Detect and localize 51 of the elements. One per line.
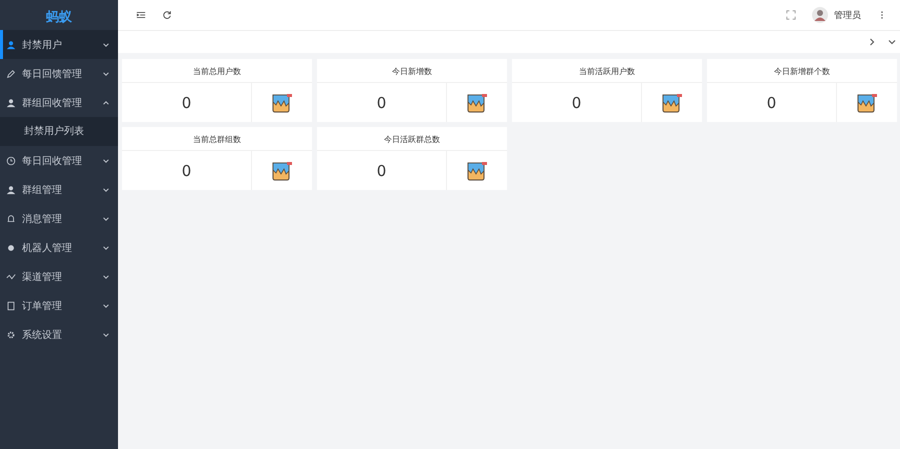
refresh-icon[interactable] — [162, 10, 172, 20]
chevron-icon — [102, 272, 110, 280]
card-title: 当前总群组数 — [122, 127, 312, 151]
stat-value: 0 — [766, 94, 778, 112]
menu-item[interactable]: 每日回收管理 — [0, 146, 118, 175]
card-title: 当前活跃用户数 — [512, 59, 702, 83]
menu-item[interactable]: 渠道管理 — [0, 262, 118, 291]
bell-icon — [6, 214, 16, 224]
user-name[interactable]: 管理员 — [834, 8, 861, 22]
menu-item[interactable]: 每日回馈管理 — [0, 59, 118, 88]
submenu-item[interactable]: 封禁用户列表 — [0, 117, 118, 146]
bucket-icon — [856, 92, 878, 112]
stat-value: 0 — [570, 94, 582, 112]
chevron-right-icon[interactable] — [867, 37, 877, 47]
menu-item[interactable]: 封禁用户 — [0, 30, 118, 59]
menu-item[interactable]: 消息管理 — [0, 204, 118, 233]
fullscreen-icon[interactable] — [786, 10, 796, 20]
chevron-icon — [102, 98, 110, 106]
menu-icon[interactable] — [136, 10, 146, 20]
chevron-icon — [102, 40, 110, 48]
stat-value: 0 — [180, 94, 192, 112]
menu-item[interactable]: 系统设置 — [0, 320, 118, 349]
stat-value: 0 — [376, 162, 388, 180]
avatar[interactable] — [812, 7, 828, 23]
chevron-icon — [102, 244, 110, 252]
chevron-icon — [102, 156, 110, 164]
chevron-down-icon[interactable] — [887, 37, 897, 47]
chevron-icon — [102, 214, 110, 222]
menu-item[interactable]: 机器人管理 — [0, 233, 118, 262]
menu-item[interactable]: 群组管理 — [0, 175, 118, 204]
user-icon — [6, 40, 16, 50]
card-title: 今日活跃群总数 — [317, 127, 507, 151]
card-title: 今日新增群个数 — [707, 59, 897, 83]
chevron-icon — [102, 302, 110, 310]
chevron-icon — [102, 70, 110, 78]
bucket-icon — [271, 92, 293, 112]
chevron-icon — [102, 330, 110, 338]
card-title: 当前总用户数 — [122, 59, 312, 83]
edit-icon — [6, 68, 16, 78]
bucket-icon — [271, 160, 293, 180]
card-title: 今日新增数 — [317, 59, 507, 83]
logo-text: 蚂蚁 — [45, 9, 73, 27]
bucket-icon — [466, 160, 488, 180]
stat-value: 0 — [180, 162, 192, 180]
bucket-icon — [661, 92, 683, 112]
menu-item[interactable]: 订单管理 — [0, 291, 118, 320]
chevron-icon — [102, 186, 110, 194]
stat-value: 0 — [376, 94, 388, 112]
menu-item[interactable]: 群组回收管理 — [0, 88, 118, 117]
clock-icon — [6, 156, 16, 166]
bucket-icon — [466, 92, 488, 112]
